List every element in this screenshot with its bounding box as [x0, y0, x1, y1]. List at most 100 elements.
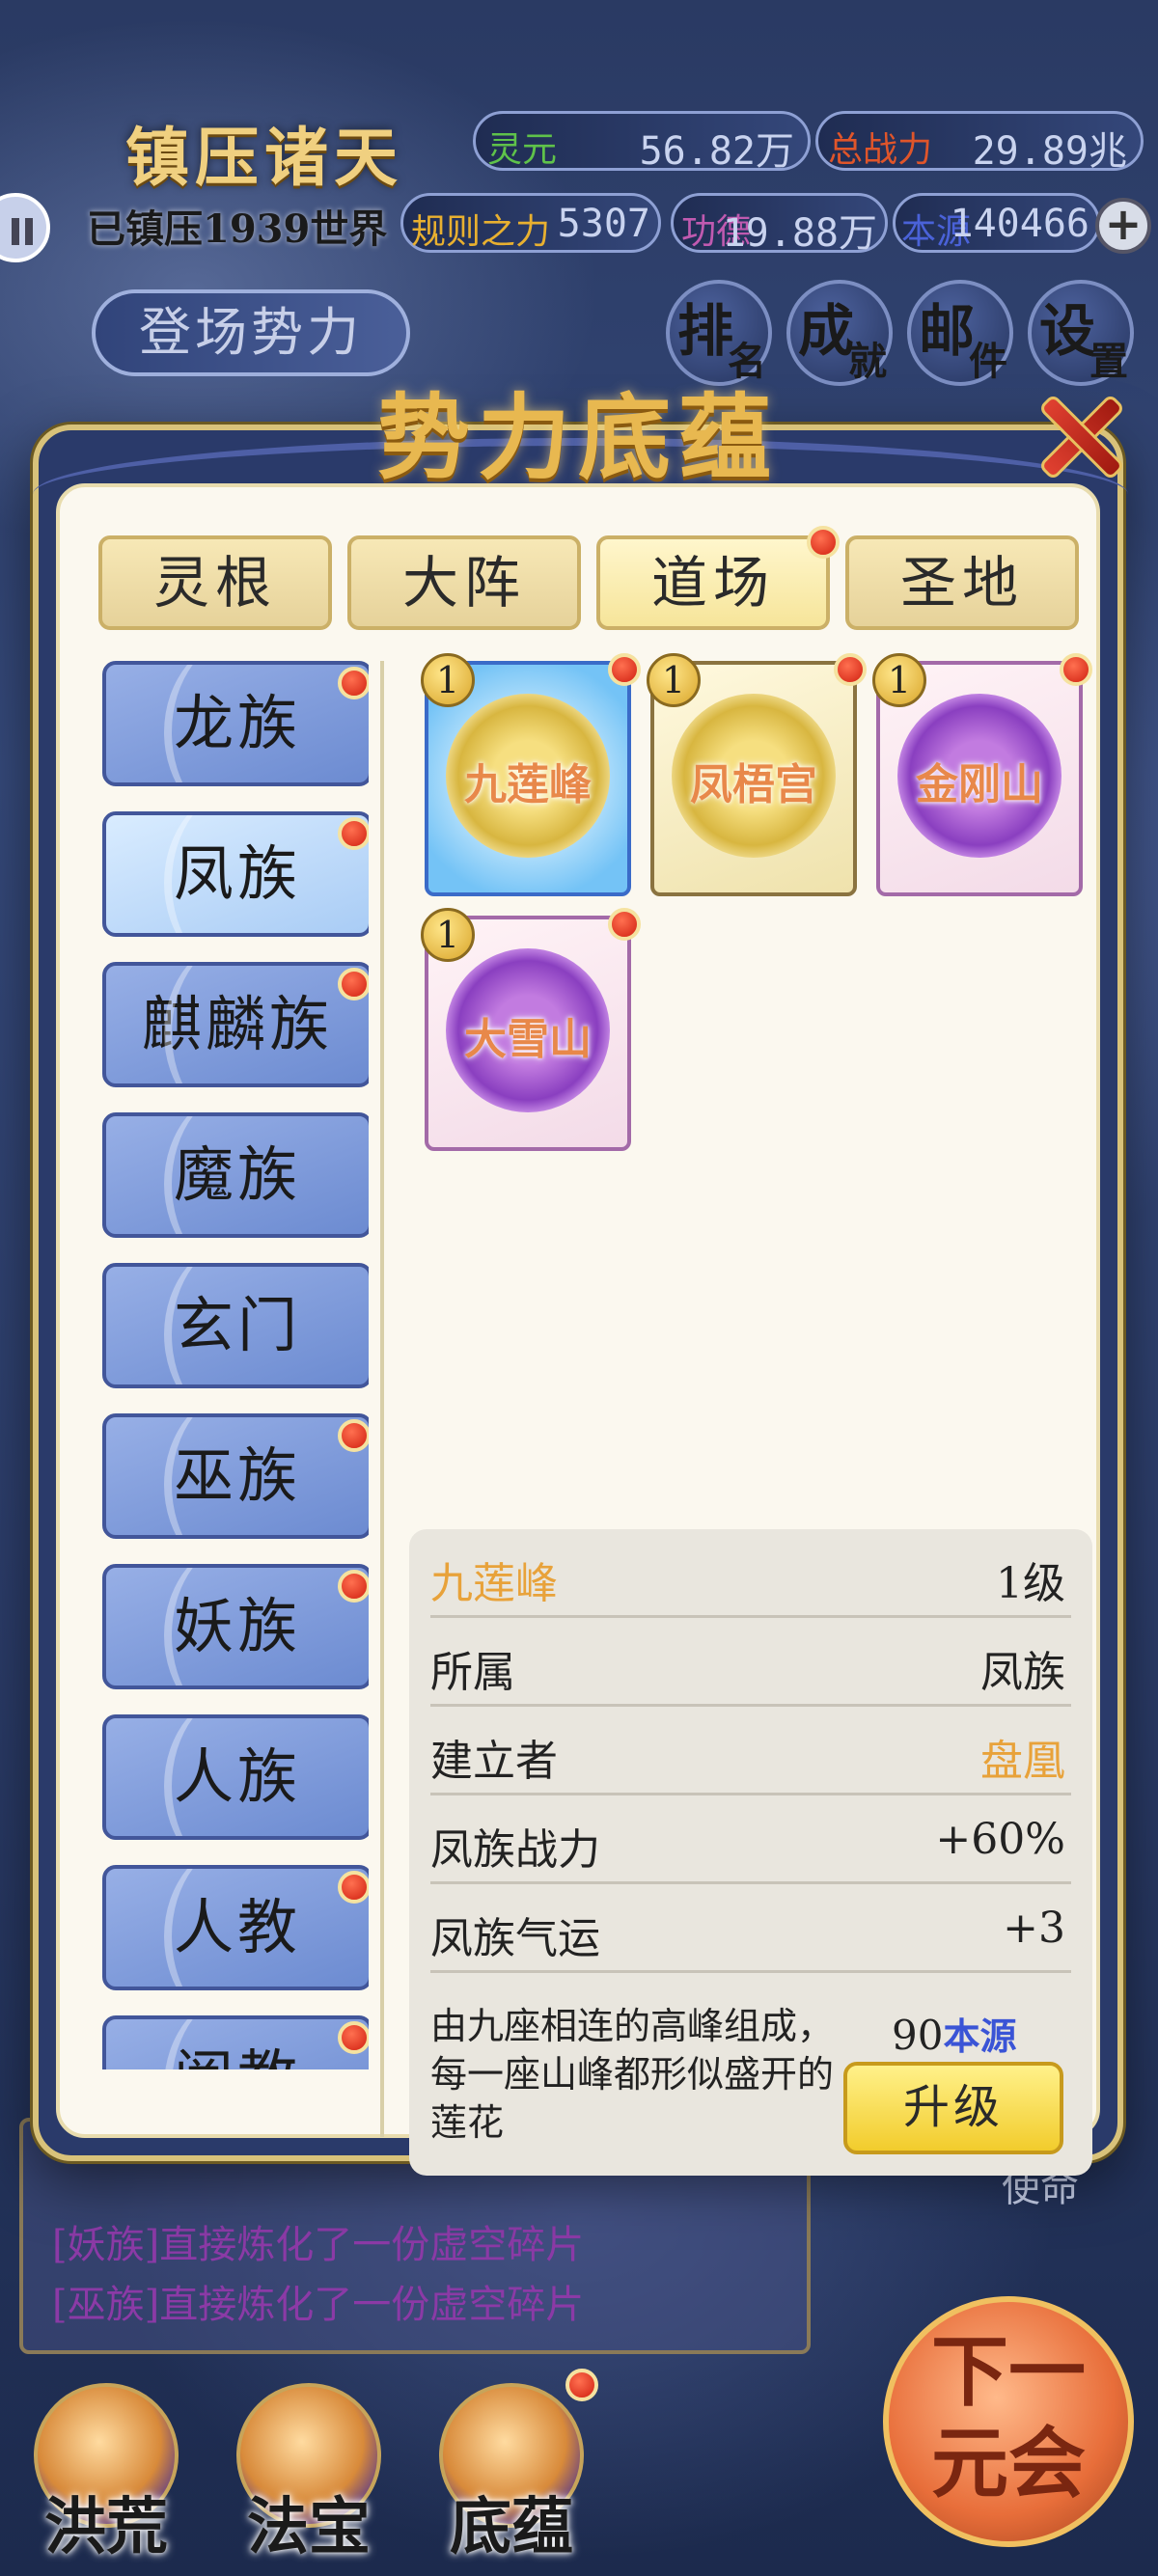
- upgrade-cost: 90本源: [892, 2007, 1016, 2060]
- tab-shengdi[interactable]: 圣地: [845, 535, 1079, 630]
- suppressed-worlds-text: 已镇压1939世界: [87, 206, 388, 252]
- faction-item-mozu[interactable]: 魔族: [102, 1112, 369, 1238]
- notification-dot: [834, 653, 867, 686]
- card-level-badge: 1: [872, 653, 926, 707]
- detail-row: 建立者 盘凰: [430, 1707, 1071, 1795]
- notification-dot: [338, 1871, 369, 1904]
- total-power-bar: 总战力 29.89兆: [815, 111, 1144, 174]
- add-origin-button[interactable]: +: [1095, 198, 1151, 254]
- rule-power-label: 规则之力: [411, 212, 551, 252]
- detail-header-row: 九莲峰 1级: [430, 1529, 1071, 1618]
- heritage-modal: 势力底蕴 灵根 大阵 道场 圣地 龙族 凤族 麒麟族 魔族 玄门 巫族 妖族 人…: [33, 383, 1128, 2176]
- card-name: 金刚山: [916, 760, 1043, 809]
- daochang-card-jingangshan[interactable]: 金刚山 1: [872, 653, 1092, 896]
- detail-value: 凤族: [980, 1648, 1065, 1697]
- faction-item-yaozu[interactable]: 妖族: [102, 1564, 369, 1689]
- detail-key: 凤族战力: [430, 1825, 600, 1875]
- lingyuan-value: 56.82万: [639, 129, 794, 174]
- origin-value: 140466: [950, 202, 1090, 246]
- faction-item-renzu[interactable]: 人族: [102, 1714, 369, 1840]
- lingyuan-label: 灵元: [487, 130, 558, 170]
- faction-label: 阐教: [174, 2042, 301, 2069]
- faction-item-wuzu[interactable]: 巫族: [102, 1413, 369, 1539]
- tab-daochang-label: 道场: [650, 550, 775, 616]
- rule-power-bar: 规则之力 5307: [400, 193, 661, 253]
- card-level-badge: 1: [421, 908, 475, 962]
- modal-body: 灵根 大阵 道场 圣地 龙族 凤族 麒麟族 魔族 玄门 巫族 妖族 人族 人教 …: [56, 483, 1100, 2176]
- upgrade-cost-value: 90: [892, 2012, 944, 2059]
- faction-item-chanjiao[interactable]: 阐教: [102, 2015, 369, 2069]
- card-name: 大雪山: [464, 1015, 592, 1064]
- daochang-card-fengwugong[interactable]: 凤梧宫 1: [647, 653, 867, 896]
- notification-dot: [338, 1419, 369, 1452]
- panel-divider: [380, 661, 384, 2137]
- tab-daochang[interactable]: 道场: [596, 526, 840, 630]
- faction-label: 麒麟族: [141, 989, 333, 1059]
- lingyuan-bar: 灵元 56.82万: [473, 111, 811, 174]
- nav-honghuang[interactable]: 洪荒: [19, 2373, 193, 2566]
- next-era-button[interactable]: 下一 元会: [883, 2296, 1134, 2547]
- merit-value: 19.88万: [722, 211, 877, 256]
- upgrade-button[interactable]: 升级: [843, 2062, 1063, 2154]
- detail-key: 建立者: [430, 1737, 558, 1786]
- notification-dot: [338, 968, 369, 1000]
- daochang-card-jiulianfeng[interactable]: 九莲峰 1: [421, 653, 641, 896]
- notification-dot: [807, 526, 840, 559]
- category-tabs: 灵根 大阵 道场 圣地: [98, 526, 1092, 632]
- faction-label: 人族: [173, 1741, 301, 1812]
- faction-item-renjiao[interactable]: 人教: [102, 1865, 369, 1990]
- log-line: [巫族]直接炼化了一份虚空碎片: [52, 2283, 585, 2327]
- faction-item-xuanmen[interactable]: 玄门: [102, 1263, 369, 1388]
- tab-dazhen[interactable]: 大阵: [347, 535, 581, 630]
- faction-list[interactable]: 龙族 凤族 麒麟族 魔族 玄门 巫族 妖族 人族 人教: [79, 661, 369, 2069]
- daochang-card-daxueshan[interactable]: 大雪山 1: [421, 908, 641, 1151]
- close-icon[interactable]: [1021, 380, 1127, 486]
- faction-item-fengzu[interactable]: 凤族: [102, 811, 369, 937]
- modal-title: 势力底蕴: [377, 383, 779, 492]
- detail-row: 所属 凤族: [430, 1618, 1071, 1707]
- next-era-label-1: 下一: [931, 2326, 1086, 2417]
- detail-value: +3: [1003, 1904, 1065, 1953]
- notification-dot: [338, 817, 369, 850]
- card-name: 九莲峰: [464, 760, 592, 809]
- log-line: [妖族]直接炼化了一份虚空碎片: [52, 2223, 585, 2267]
- detail-row: 凤族战力 +60%: [430, 1795, 1071, 1884]
- nav-diyun[interactable]: 底蕴: [425, 2369, 598, 2566]
- faction-item-qilinzu[interactable]: 麒麟族: [102, 962, 369, 1087]
- faction-label: 巫族: [173, 1440, 301, 1511]
- faction-item-longzu[interactable]: 龙族: [102, 661, 369, 786]
- nav-honghuang-label: 洪荒: [44, 2491, 168, 2563]
- total-power-label: 总战力: [828, 130, 933, 170]
- upgrade-cost-unit: 本源: [943, 2014, 1017, 2058]
- total-power-value: 29.89兆: [972, 129, 1127, 174]
- notification-dot: [565, 2369, 598, 2401]
- achievement-label-a: 成: [798, 298, 855, 364]
- notification-dot: [338, 2021, 369, 2054]
- merit-bar: 功德 19.88万: [671, 193, 888, 256]
- detail-description: 由九座相连的高峰组成，每一座山峰都形似盛开的莲花: [430, 2005, 835, 2144]
- detail-name: 九莲峰: [430, 1559, 558, 1608]
- detail-value: 盘凰: [980, 1737, 1065, 1786]
- daochang-detail-panel: 九莲峰 1级 所属 凤族 建立者 盘凰 凤族战力 +60% 凤族气运 +3 由九…: [409, 1529, 1092, 2176]
- faction-label: 凤族: [173, 838, 301, 909]
- rule-power-value: 5307: [557, 202, 650, 246]
- faction-label: 玄门: [173, 1290, 301, 1360]
- nav-fabao-label: 法宝: [247, 2491, 371, 2563]
- tab-linggen[interactable]: 灵根: [98, 535, 332, 630]
- card-name: 凤梧宫: [690, 760, 817, 809]
- nav-fabao[interactable]: 法宝: [222, 2373, 396, 2566]
- mail-label-a: 邮: [919, 298, 976, 364]
- detail-key: 凤族气运: [430, 1914, 600, 1963]
- faction-label: 龙族: [173, 688, 301, 758]
- detail-key: 所属: [430, 1648, 515, 1697]
- card-level-badge: 1: [421, 653, 475, 707]
- detail-level: 1级: [996, 1559, 1065, 1608]
- faction-label: 魔族: [173, 1139, 301, 1210]
- ranking-label-a: 排: [677, 298, 734, 364]
- notification-dot: [338, 1570, 369, 1603]
- faction-label: 妖族: [173, 1591, 301, 1661]
- detail-value: +60%: [935, 1815, 1065, 1864]
- origin-bar: 本源 140466: [893, 193, 1100, 253]
- notification-dot: [608, 908, 641, 941]
- detail-row: 凤族气运 +3: [430, 1884, 1071, 1973]
